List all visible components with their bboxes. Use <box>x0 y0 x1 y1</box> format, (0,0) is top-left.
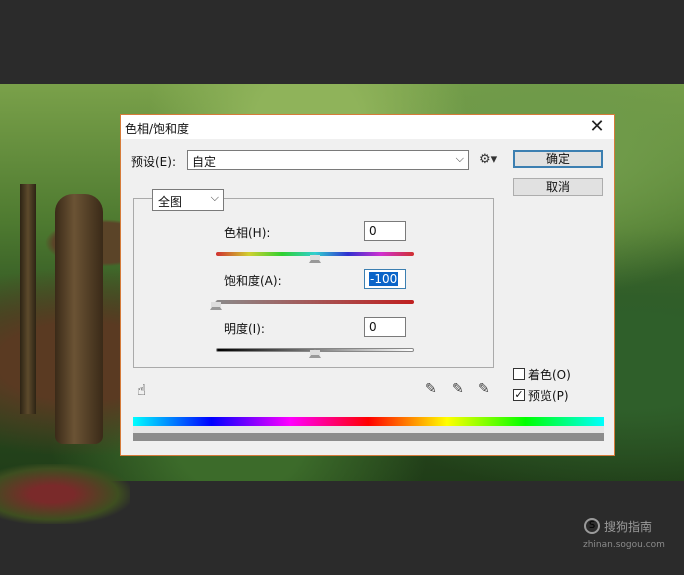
saturation-label: 饱和度(A): <box>224 274 282 288</box>
preview-label: 预览(P) <box>528 389 569 403</box>
watermark-url: zhinan.sogou.com <box>583 540 665 550</box>
close-button[interactable]: ✕ <box>588 118 606 136</box>
hue-slider-thumb[interactable] <box>309 254 321 263</box>
preset-select[interactable]: 自定 ⌵ <box>187 150 469 170</box>
channel-select[interactable]: 全图 ⌵ <box>152 189 224 211</box>
watermark-name: 搜狗指南 <box>604 520 653 534</box>
preset-label: 预设(E): <box>131 155 176 169</box>
cancel-button[interactable]: 取消 <box>513 178 603 196</box>
hue-label: 色相(H): <box>224 226 271 240</box>
input-color-spectrum <box>133 417 604 426</box>
channel-value: 全图 <box>158 195 183 209</box>
chevron-down-icon: ⌵ <box>455 152 464 165</box>
lightness-slider-thumb[interactable] <box>309 349 321 358</box>
colorize-checkbox[interactable] <box>513 368 525 380</box>
saturation-input[interactable]: -100 <box>364 269 406 289</box>
tree-trunk <box>20 184 36 414</box>
hue-input[interactable]: 0 <box>364 221 406 241</box>
hand-adjust-icon[interactable]: ☝ <box>137 381 146 399</box>
eyedropper-plus-icon[interactable]: ✎ <box>452 381 464 397</box>
lightness-label: 明度(I): <box>224 322 265 336</box>
tree-trunk <box>55 194 103 444</box>
output-color-spectrum <box>133 433 604 441</box>
saturation-value: -100 <box>369 272 399 286</box>
saturation-slider-thumb[interactable] <box>210 301 222 310</box>
preview-checkbox[interactable]: ✓ <box>513 389 525 401</box>
dialog-title: 色相/饱和度 <box>125 122 190 136</box>
preset-value: 自定 <box>192 155 217 169</box>
eyedropper-minus-icon[interactable]: ✎ <box>478 381 490 397</box>
saturation-slider-track[interactable] <box>216 300 414 304</box>
eyedropper-icon[interactable]: ✎ <box>425 381 437 397</box>
chevron-down-icon: ⌵ <box>210 191 219 204</box>
colorize-label: 着色(O) <box>528 368 571 382</box>
gear-icon[interactable]: ⚙▾ <box>479 152 497 167</box>
forest-floor <box>0 464 130 524</box>
lightness-input[interactable]: 0 <box>364 317 406 337</box>
title-bar: 色相/饱和度 ✕ <box>121 115 614 139</box>
hue-saturation-dialog: 色相/饱和度 ✕ 预设(E): 自定 ⌵ ⚙▾ 确定 取消 全图 ⌵ 色相(H)… <box>120 114 615 456</box>
sogou-logo-icon: S <box>584 518 600 534</box>
ok-button[interactable]: 确定 <box>513 150 603 168</box>
check-icon: ✓ <box>514 388 524 401</box>
adjustment-group <box>133 198 494 368</box>
